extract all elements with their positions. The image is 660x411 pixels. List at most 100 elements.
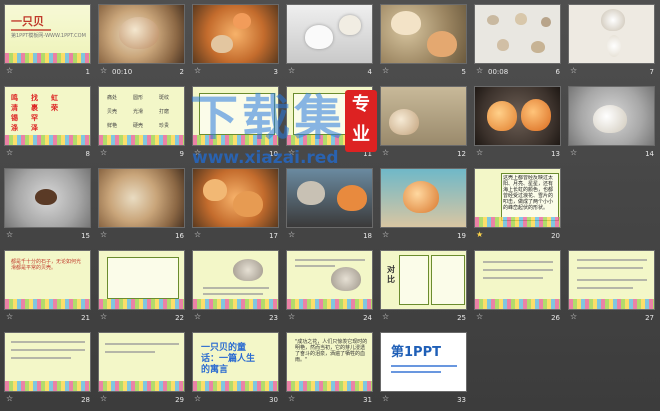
slide-thumb-4[interactable]: ☆ 4 — [282, 0, 376, 82]
slide-16-canvas[interactable] — [98, 168, 185, 228]
slide-7-canvas[interactable] — [568, 4, 655, 64]
slide-number: 28 — [81, 396, 90, 404]
slide-thumb-23[interactable]: ☆ 23 — [188, 246, 282, 328]
slide-number: 6 — [555, 68, 560, 76]
slide-18-canvas[interactable] — [286, 168, 373, 228]
slide-16-meta: ☆ 16 — [98, 230, 185, 242]
slide-thumb-21[interactable]: 都是千十分的石子，无论如何光滑都是平常的贝壳。 ☆ 21 — [0, 246, 94, 328]
transition-star-icon: ☆ — [382, 394, 390, 403]
slide-13-canvas[interactable] — [474, 86, 561, 146]
slide-thumb-24[interactable]: ☆ 24 — [282, 246, 376, 328]
transition-star-icon: ☆ — [476, 312, 484, 321]
slide-thumb-5[interactable]: ☆ 5 — [376, 0, 470, 82]
slide-thumb-28[interactable]: ☆ 28 — [0, 328, 94, 410]
slide-24-canvas[interactable] — [286, 250, 373, 310]
slide-22-meta: ☆ 22 — [98, 312, 185, 324]
slide-32-logo: 第1PPT — [391, 345, 441, 360]
slide-20-canvas[interactable]: 这壳上都曾经反映过太阳、月亮、星星，还有海上长虹的颜色，也都曾经受过浪花、雪片的… — [474, 168, 561, 228]
slide-thumb-16[interactable]: ☆ 16 — [94, 164, 188, 246]
slide-12-canvas[interactable] — [380, 86, 467, 146]
slide-thumb-29[interactable]: ☆ 29 — [94, 328, 188, 410]
slide-thumb-30[interactable]: 一只贝的童话：一篇人生的寓言 ☆ 30 — [188, 328, 282, 410]
slide-14-canvas[interactable] — [568, 86, 655, 146]
slide-thumb-13[interactable]: ☆ 13 — [470, 82, 564, 164]
slide-thumb-31[interactable]: "成功之花，人们只惊羡它现时的明艳，然而当初，它的芽儿浸透了奋斗的泪泉，洒遍了牺… — [282, 328, 376, 410]
slide-9-canvas[interactable]: 痛处 圆形 斑纹 贝壳 光滑 打磨 鲜艳 硬壳 珍贵 — [98, 86, 185, 146]
slide-3-canvas[interactable] — [192, 4, 279, 64]
slide-2-meta: ☆ 00:10 2 — [98, 66, 185, 78]
slide-number: 30 — [269, 396, 278, 404]
slide-thumb-25[interactable]: 对比 ☆ 25 — [376, 246, 470, 328]
slide-21-canvas[interactable]: 都是千十分的石子，无论如何光滑都是平常的贝壳。 — [4, 250, 91, 310]
slide-1-canvas[interactable]: 一只贝 第1PPT模板网-WWW.1PPT.COM — [4, 4, 91, 64]
slide-13-meta: ☆ 13 — [474, 148, 561, 160]
slide-number: 10 — [269, 150, 278, 158]
slide-1-title: 一只贝 — [11, 15, 44, 28]
slide-29-canvas[interactable] — [98, 332, 185, 392]
transition-star-icon: ☆ — [288, 230, 296, 239]
slide-thumb-20[interactable]: 这壳上都曾经反映过太阳、月亮、星星，还有海上长虹的颜色，也都曾经受过浪花、雪片的… — [470, 164, 564, 246]
slide-thumb-22[interactable]: ☆ 22 — [94, 246, 188, 328]
slide-thumb-9[interactable]: 痛处 圆形 斑纹 贝壳 光滑 打磨 鲜艳 硬壳 珍贵 ☆ 9 — [94, 82, 188, 164]
slide-thumb-8[interactable]: 鸣 找 虹 清 裹 荣 锡 罕 涤 泽 ☆ 8 — [0, 82, 94, 164]
transition-star-icon: ☆ — [382, 312, 390, 321]
slide-thumb-12[interactable]: ☆ 12 — [376, 82, 470, 164]
slide-4-meta: ☆ 4 — [286, 66, 373, 78]
slide-number: 17 — [269, 232, 278, 240]
slide-27-meta: ☆ 27 — [568, 312, 655, 324]
slide-thumb-10[interactable]: ☆ 10 — [188, 82, 282, 164]
slide-thumb-7[interactable]: ☆ 7 — [564, 0, 658, 82]
slide-23-canvas[interactable] — [192, 250, 279, 310]
slide-8-canvas[interactable]: 鸣 找 虹 清 裹 荣 锡 罕 涤 泽 — [4, 86, 91, 146]
slide-thumb-17[interactable]: ☆ 17 — [188, 164, 282, 246]
slide-thumb-19[interactable]: ☆ 19 — [376, 164, 470, 246]
slide-thumb-27[interactable]: ☆ 27 — [564, 246, 658, 328]
slide-thumb-11[interactable]: ☆ 11 — [282, 82, 376, 164]
slide-10-canvas[interactable] — [192, 86, 279, 146]
slide-thumb-2[interactable]: ☆ 00:10 2 — [94, 0, 188, 82]
slide-thumb-3[interactable]: ☆ 3 — [188, 0, 282, 82]
transition-star-icon: ☆ — [570, 66, 578, 75]
slide-thumb-14[interactable]: ☆ 14 — [564, 82, 658, 164]
slide-27-canvas[interactable] — [568, 250, 655, 310]
transition-star-icon: ☆ — [6, 394, 14, 403]
slide-number: 29 — [175, 396, 184, 404]
transition-star-icon: ☆ — [382, 148, 390, 157]
slide-5-canvas[interactable] — [380, 4, 467, 64]
slide-thumb-1[interactable]: 一只贝 第1PPT模板网-WWW.1PPT.COM ☆ 1 — [0, 0, 94, 82]
slide-number: 31 — [363, 396, 372, 404]
transition-star-icon: ☆ — [476, 148, 484, 157]
transition-star-icon: ☆ — [476, 66, 484, 75]
transition-star-icon: ☆ — [194, 394, 202, 403]
slide-thumb-18[interactable]: ☆ 18 — [282, 164, 376, 246]
slide-6-canvas[interactable] — [474, 4, 561, 64]
slide-number: 26 — [551, 314, 560, 322]
slide-number: 15 — [81, 232, 90, 240]
slide-30-canvas[interactable]: 一只贝的童话：一篇人生的寓言 — [192, 332, 279, 392]
slide-thumb-26[interactable]: ☆ 26 — [470, 246, 564, 328]
slide-11-canvas[interactable] — [286, 86, 373, 146]
slide-19-canvas[interactable] — [380, 168, 467, 228]
slide-26-canvas[interactable] — [474, 250, 561, 310]
transition-star-icon: ☆ — [194, 66, 202, 75]
slide-number: 13 — [551, 150, 560, 158]
slide-29-meta: ☆ 29 — [98, 394, 185, 406]
slide-17-canvas[interactable] — [192, 168, 279, 228]
slide-14-meta: ☆ 14 — [568, 148, 655, 160]
slide-31-canvas[interactable]: "成功之花，人们只惊羡它现时的明艳，然而当初，它的芽儿浸透了奋斗的泪泉，洒遍了牺… — [286, 332, 373, 392]
slide-2-canvas[interactable] — [98, 4, 185, 64]
slide-28-canvas[interactable] — [4, 332, 91, 392]
slide-25-canvas[interactable]: 对比 — [380, 250, 467, 310]
slide-15-canvas[interactable] — [4, 168, 91, 228]
slide-4-canvas[interactable] — [286, 4, 373, 64]
slide-thumb-15[interactable]: ☆ 15 — [0, 164, 94, 246]
slide-32-canvas[interactable]: 第1PPT — [380, 332, 467, 392]
slide-number: 33 — [457, 396, 466, 404]
slide-22-canvas[interactable] — [98, 250, 185, 310]
slide-thumb-32[interactable]: 第1PPT ☆ 33 — [376, 328, 470, 410]
transition-star-icon: ☆ — [194, 312, 202, 321]
slide-23-meta: ☆ 23 — [192, 312, 279, 324]
transition-star-icon: ☆ — [288, 312, 296, 321]
slide-thumb-6[interactable]: ☆ 00:08 6 — [470, 0, 564, 82]
slide-32-meta: ☆ 33 — [380, 394, 467, 406]
